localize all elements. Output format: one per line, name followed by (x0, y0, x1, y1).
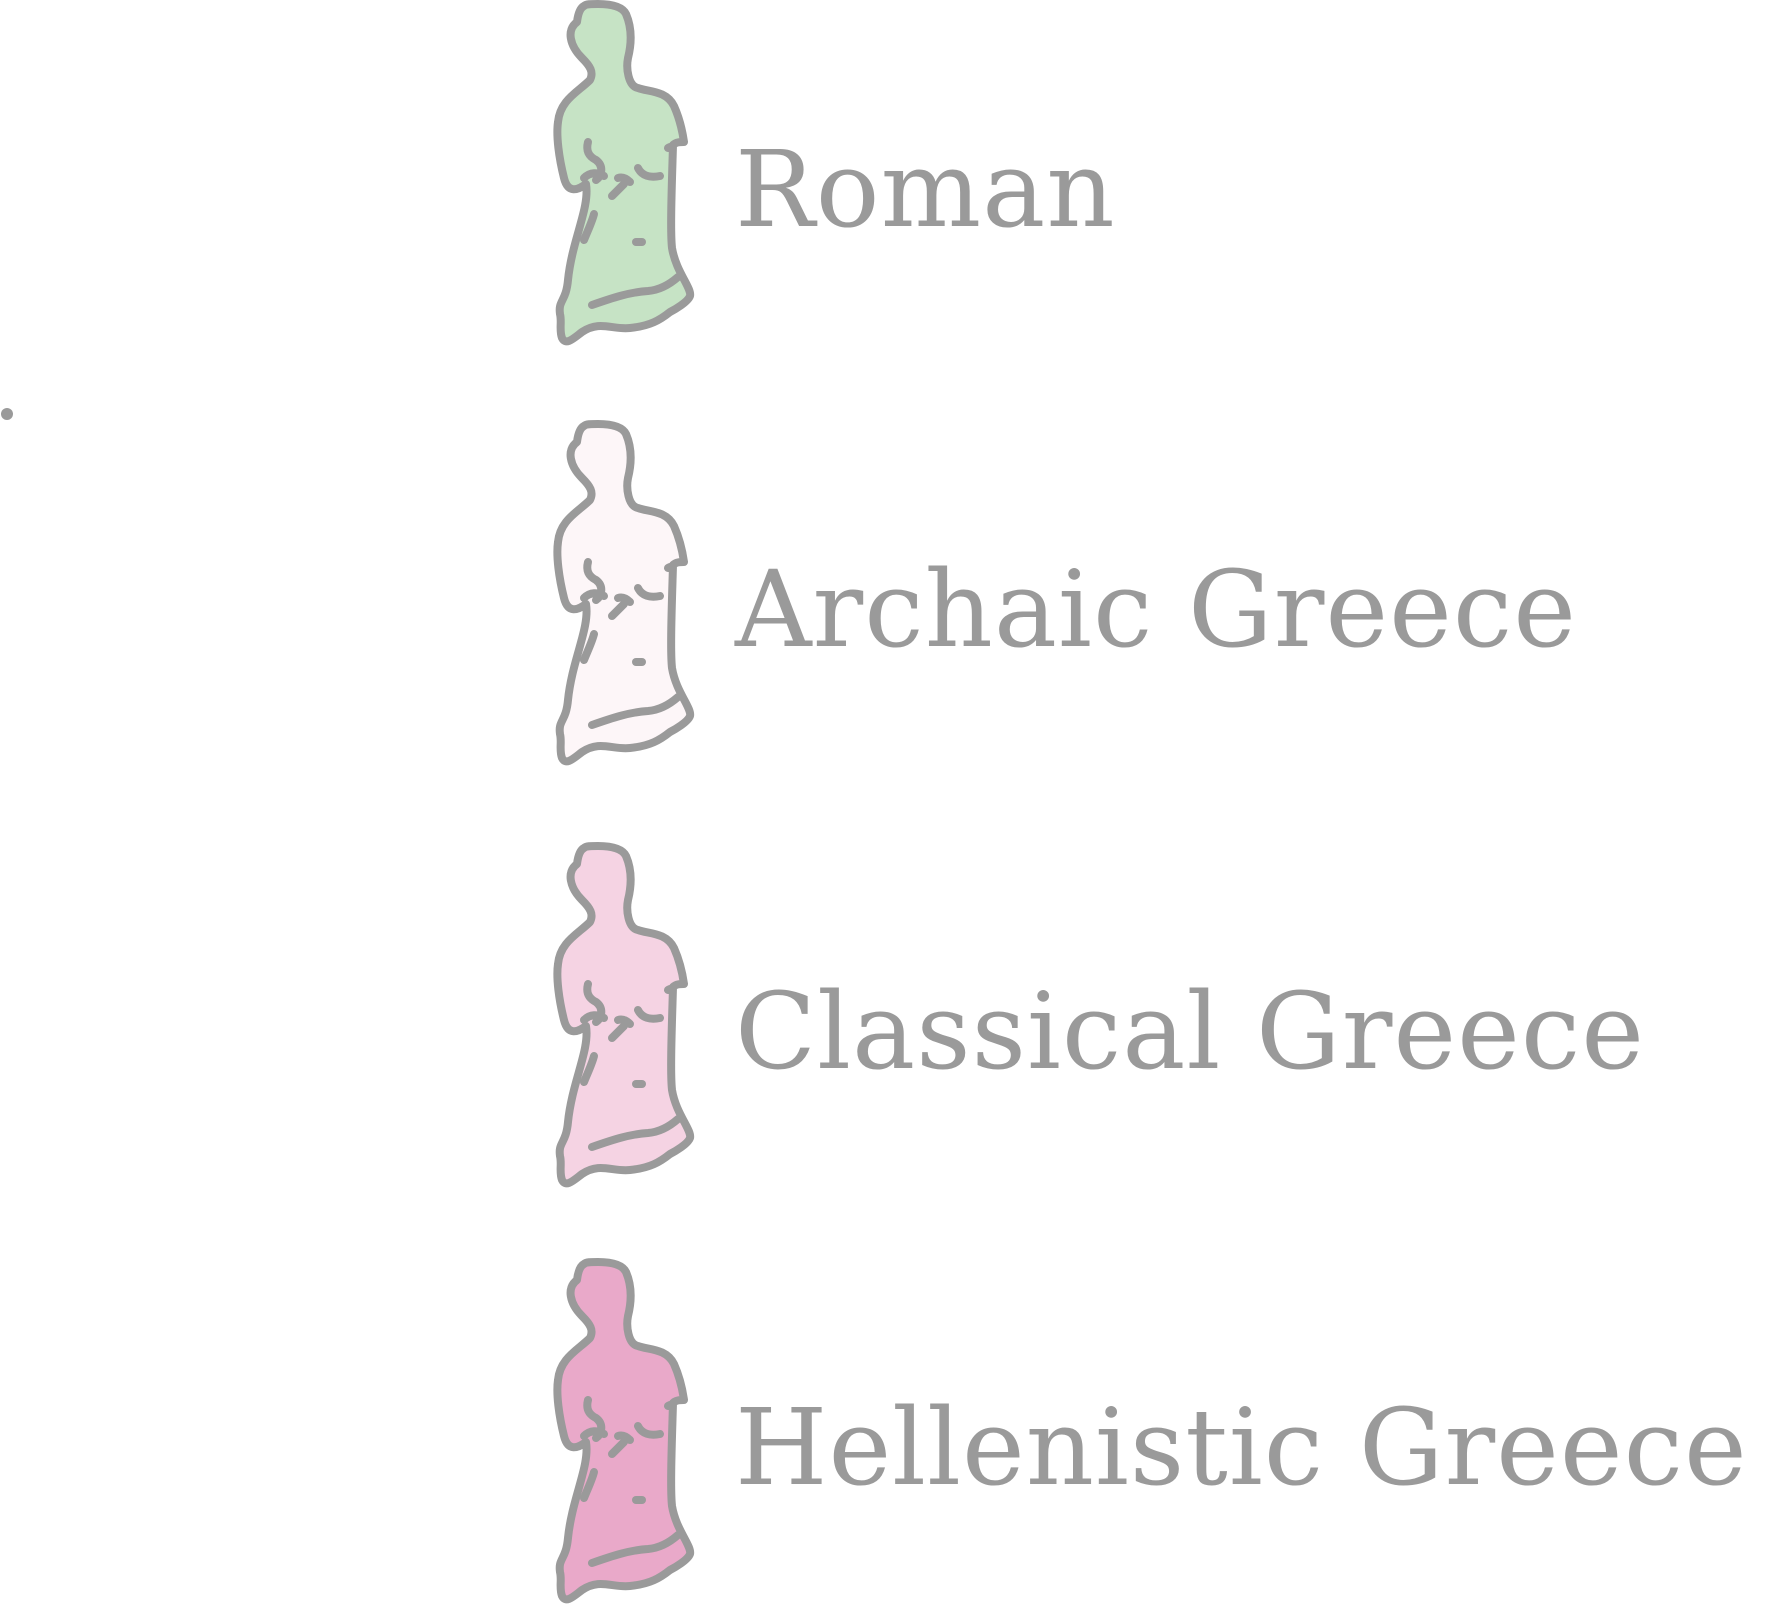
legend-label: Roman (735, 128, 1116, 251)
statue-icon (540, 842, 710, 1202)
statue-icon (540, 1258, 710, 1618)
statue-svg (553, 842, 695, 1188)
statue-detail (664, 563, 674, 572)
statue-outline (553, 0, 695, 346)
statue-svg (553, 0, 695, 346)
legend-label: Classical Greece (735, 970, 1645, 1093)
statue-detail (614, 173, 634, 186)
statue-icon (540, 0, 710, 360)
legend-item-archaic: Archaic Greece (540, 420, 1740, 780)
legend-item-roman: Roman (540, 0, 1740, 360)
legend-item-classical: Classical Greece (540, 842, 1740, 1202)
legend-label: Hellenistic Greece (735, 1386, 1748, 1509)
statue-detail (664, 143, 674, 152)
statue-outline (553, 842, 695, 1188)
statue-detail (614, 1431, 634, 1444)
statue-outline (553, 420, 695, 766)
statue-outline (553, 1258, 695, 1604)
statue-svg (553, 420, 695, 766)
legend-label: Archaic Greece (735, 548, 1577, 671)
statue-detail (614, 593, 634, 606)
statue-detail (614, 1015, 634, 1028)
legend-item-hellenistic: Hellenistic Greece (540, 1258, 1747, 1618)
statue-detail (664, 1401, 674, 1410)
stray-dot (1, 408, 13, 420)
period-legend: Archaic Greece Classical Greece Hellenis… (0, 0, 1780, 1604)
statue-detail (664, 985, 674, 994)
statue-icon (540, 420, 710, 780)
statue-svg (553, 1258, 695, 1604)
